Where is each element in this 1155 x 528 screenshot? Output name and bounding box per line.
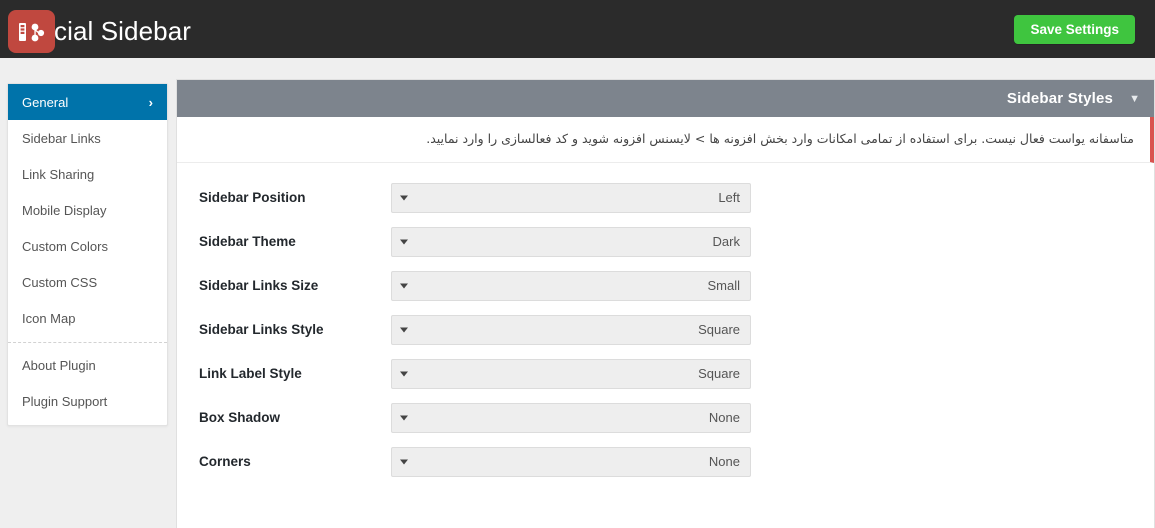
settings-sidebar-nav: General › Sidebar Links Link Sharing Mob… <box>7 83 168 426</box>
sidebar-item-custom-css[interactable]: Custom CSS <box>8 264 167 300</box>
form-label: Link Label Style <box>199 365 302 381</box>
sidebar-item-custom-colors[interactable]: Custom Colors <box>8 228 167 264</box>
select-value: Square <box>698 322 740 338</box>
sidebar-item-icon-map[interactable]: Icon Map <box>8 300 167 336</box>
select-value: None <box>708 454 740 470</box>
save-settings-button[interactable]: Save Settings <box>1014 15 1135 44</box>
sidebar-item-label: Custom CSS <box>22 274 98 290</box>
form-control: Small <box>382 270 1154 301</box>
form-row-sidebar-links-style: Square Sidebar Links Style <box>177 314 1154 345</box>
form-label: Sidebar Links Size <box>199 277 319 293</box>
sidebar-item-general[interactable]: General › <box>8 84 167 120</box>
form-label: Sidebar Position <box>199 189 306 205</box>
sidebar-item-label: Link Sharing <box>22 166 95 182</box>
brand: Social Sidebar <box>8 10 191 53</box>
form-row-sidebar-links-size: Small Sidebar Links Size <box>177 270 1154 301</box>
form-label: Box Shadow <box>199 409 281 425</box>
form-row-sidebar-theme: Dark Sidebar Theme <box>177 226 1154 257</box>
page-body: General › Sidebar Links Link Sharing Mob… <box>0 58 1155 528</box>
sidebar-item-link-sharing[interactable]: Link Sharing <box>8 156 167 192</box>
social-sidebar-logo-icon <box>8 10 55 53</box>
sidebar-theme-select[interactable]: Dark <box>391 226 751 257</box>
form-label: Sidebar Theme <box>199 233 296 249</box>
form-control: Square <box>382 358 1154 389</box>
chevron-right-icon: › <box>148 94 153 110</box>
license-notice: متاسفانه یواست فعال نیست. برای استفاده ا… <box>177 117 1154 163</box>
sidebar-item-label: Custom Colors <box>22 238 108 254</box>
sidebar-item-mobile-display[interactable]: Mobile Display <box>8 192 167 228</box>
chevron-down-icon <box>400 283 408 289</box>
sidebar-position-select[interactable]: Left <box>391 182 751 213</box>
form-label: Sidebar Links Style <box>199 321 324 337</box>
sidebar-links-size-select[interactable]: Small <box>391 270 751 301</box>
form-control: Dark <box>382 226 1154 257</box>
select-value: Square <box>698 366 740 382</box>
select-value: Left <box>718 190 740 206</box>
styles-form: Left Sidebar Position Dark Sidebar Theme <box>177 163 1154 501</box>
form-control: None <box>382 402 1154 433</box>
form-row-link-label-style: Square Link Label Style <box>177 358 1154 389</box>
sidebar-item-label: Plugin Support <box>22 393 108 409</box>
sidebar-item-about-plugin[interactable]: About Plugin <box>8 347 167 383</box>
sidebar-item-label: Icon Map <box>22 310 76 326</box>
chevron-down-icon <box>400 459 408 465</box>
top-bar: Social Sidebar Save Settings <box>0 0 1155 58</box>
license-notice-text: متاسفانه یواست فعال نیست. برای استفاده ا… <box>426 131 1134 146</box>
form-control: None <box>382 446 1154 477</box>
sidebar-item-plugin-support[interactable]: Plugin Support <box>8 383 167 419</box>
select-value: None <box>708 410 740 426</box>
chevron-down-icon <box>400 415 408 421</box>
sidebar-item-label: About Plugin <box>22 357 96 373</box>
chevron-down-icon <box>400 195 408 201</box>
form-row-sidebar-position: Left Sidebar Position <box>177 182 1154 213</box>
chevron-down-icon <box>400 371 408 377</box>
form-row-box-shadow: None Box Shadow <box>177 402 1154 433</box>
select-value: Dark <box>712 234 740 250</box>
box-shadow-select[interactable]: None <box>391 402 751 433</box>
corners-select[interactable]: None <box>391 446 751 477</box>
panel-header[interactable]: Sidebar Styles ▼ <box>177 80 1154 117</box>
chevron-down-icon <box>400 327 408 333</box>
sidebar-item-label: General <box>22 94 69 110</box>
sidebar-styles-panel: Sidebar Styles ▼ متاسفانه یواست فعال نیس… <box>176 79 1155 528</box>
form-control: Square <box>382 314 1154 345</box>
sidebar-item-label: Mobile Display <box>22 202 107 218</box>
sidebar-links-style-select[interactable]: Square <box>391 314 751 345</box>
link-label-style-select[interactable]: Square <box>391 358 751 389</box>
form-row-corners: None Corners <box>177 446 1154 477</box>
sidebar-divider <box>8 342 167 343</box>
chevron-down-icon <box>400 239 408 245</box>
select-value: Small <box>707 278 740 294</box>
form-control: Left <box>382 182 1154 213</box>
panel-title: Sidebar Styles <box>1006 90 1114 107</box>
form-label: Corners <box>199 453 251 469</box>
chevron-down-icon[interactable]: ▼ <box>1129 93 1140 105</box>
sidebar-item-label: Sidebar Links <box>22 130 101 146</box>
sidebar-item-sidebar-links[interactable]: Sidebar Links <box>8 120 167 156</box>
